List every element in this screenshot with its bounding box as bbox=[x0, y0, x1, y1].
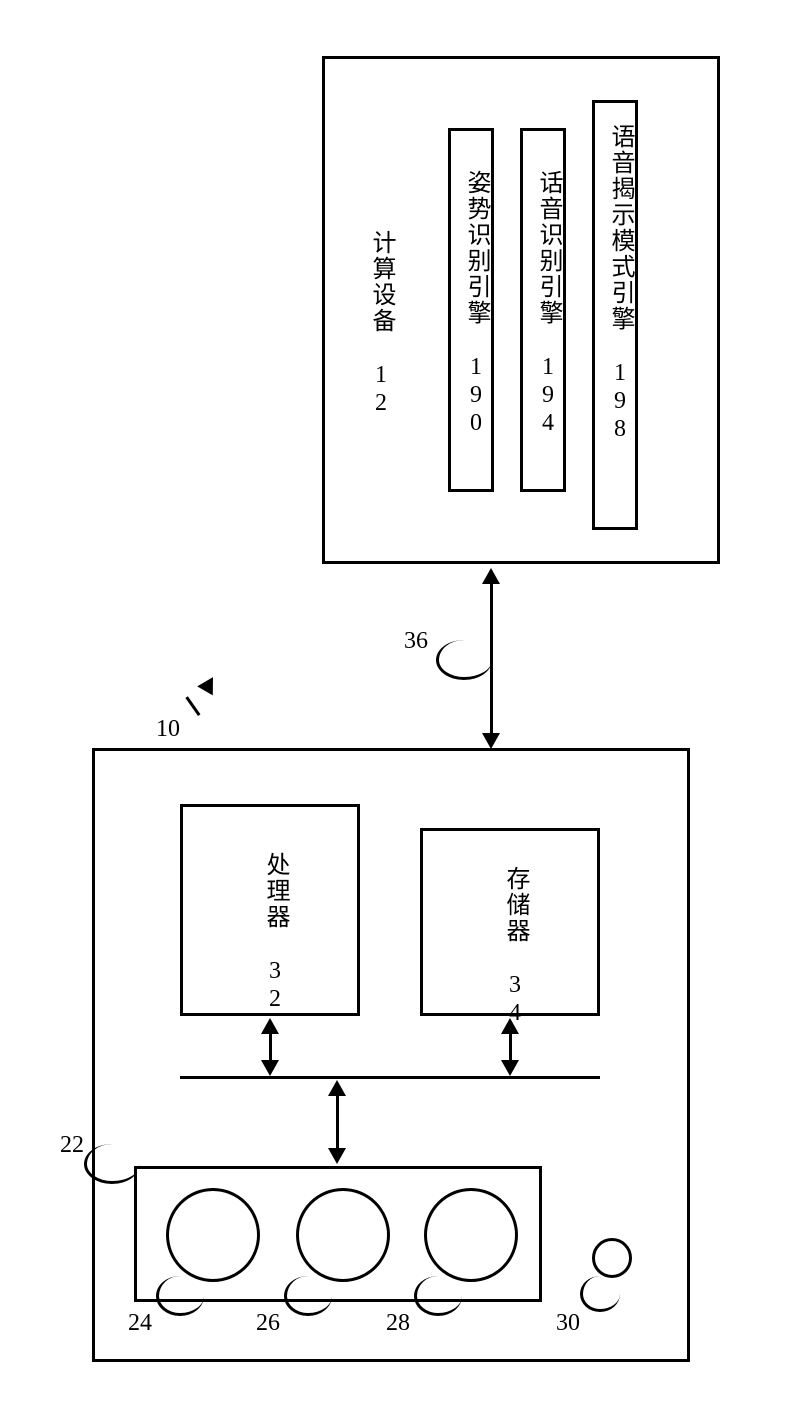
voice-engine-label: 话音识别引擎 194 bbox=[531, 170, 566, 438]
ref-sensor-3: 28 bbox=[386, 1310, 410, 1337]
memory-label: 存储器 34 bbox=[498, 866, 533, 1028]
ref-sensor-2: 26 bbox=[256, 1310, 280, 1337]
ref-system-arrow-line bbox=[185, 696, 200, 716]
ref-link-leader bbox=[436, 640, 492, 680]
ref-capture-device: 22 bbox=[60, 1132, 84, 1159]
memory-bus-arrow-head-down bbox=[501, 1060, 519, 1076]
sensor-bus-arrow-line bbox=[336, 1094, 339, 1150]
computing-device-title: 计算设备 12 bbox=[364, 230, 399, 418]
ref-indicator-leader bbox=[580, 1276, 620, 1312]
indicator-circle bbox=[592, 1238, 632, 1278]
processor-label: 处理器 32 bbox=[258, 852, 293, 1014]
link-arrow-head-down bbox=[482, 733, 500, 749]
bus-line bbox=[180, 1076, 600, 1079]
ref-sensor-1-leader bbox=[156, 1276, 204, 1316]
ref-indicator: 30 bbox=[556, 1310, 580, 1337]
ref-capture-device-leader bbox=[84, 1144, 140, 1184]
memory-bus-arrow-line bbox=[509, 1032, 512, 1062]
sensor-bus-arrow-head-down bbox=[328, 1148, 346, 1164]
speech-mode-engine-label: 语音揭示模式引擎 198 bbox=[603, 124, 638, 444]
sensor-1 bbox=[166, 1188, 260, 1282]
ref-system: 10 bbox=[156, 716, 180, 743]
sensor-3 bbox=[424, 1188, 518, 1282]
diagram-canvas: 10 计算设备 12 姿势识别引擎 190 话音识别引擎 194 语音揭示模式引… bbox=[0, 0, 800, 1424]
ref-link: 36 bbox=[404, 628, 428, 655]
gesture-engine-label: 姿势识别引擎 190 bbox=[459, 170, 494, 438]
ref-sensor-2-leader bbox=[284, 1276, 332, 1316]
processor-bus-arrow-head-down bbox=[261, 1060, 279, 1076]
ref-sensor-3-leader bbox=[414, 1276, 462, 1316]
sensor-2 bbox=[296, 1188, 390, 1282]
processor-bus-arrow-line bbox=[269, 1032, 272, 1062]
ref-sensor-1: 24 bbox=[128, 1310, 152, 1337]
ref-system-arrow-head bbox=[197, 673, 221, 696]
